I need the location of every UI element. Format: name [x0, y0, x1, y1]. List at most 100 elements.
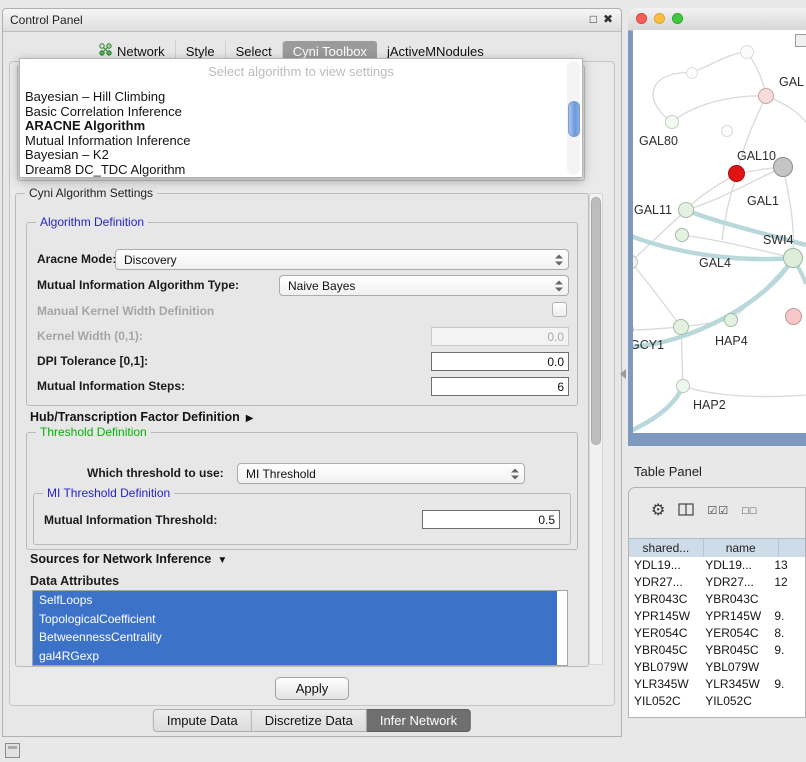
network-node[interactable] [673, 319, 689, 335]
table-cell: YER054C [629, 625, 700, 642]
network-node-label: GAL80 [639, 134, 678, 148]
zoom-window-icon[interactable] [672, 13, 683, 24]
data-attributes-label: Data Attributes [30, 574, 119, 588]
close-panel-icon[interactable]: ✖ [603, 12, 613, 26]
network-node[interactable] [721, 125, 733, 137]
table-row[interactable]: YLR345W YLR345W 9. [629, 676, 805, 693]
gear-icon[interactable]: ⚙ [651, 503, 665, 519]
table-row[interactable]: YBR045C YBR045C 9. [629, 642, 805, 659]
table-cell: 8. [771, 625, 805, 642]
table-row[interactable]: YBL079W YBL079W [629, 659, 805, 676]
table-cell [771, 659, 805, 676]
table-cell: YER054C [700, 625, 771, 642]
algorithm-option-selected[interactable]: ARACNE Algorithm [22, 119, 564, 134]
combo-arrows-icon [511, 468, 519, 479]
network-node-label: GAL4 [699, 256, 731, 270]
cyni-algorithm-settings-group: Cyni Algorithm Settings Algorithm Defini… [15, 193, 589, 667]
dropdown-list: Bayesian – Hill Climbing Basic Correlati… [22, 90, 564, 177]
algorithm-option[interactable]: Bayesian – K2 [22, 148, 564, 163]
split-collapse-icon[interactable] [620, 369, 626, 379]
column-header-name[interactable]: name [704, 539, 779, 557]
desktop: Control Panel □ ✖ Network [0, 0, 806, 762]
table-cell: YIL052C [700, 693, 771, 710]
table-row[interactable]: YER054C YER054C 8. [629, 625, 805, 642]
table-cell: 9. [771, 642, 805, 659]
aracne-mode-select[interactable]: Discovery [115, 249, 569, 270]
table-cell: YDL19... [629, 557, 700, 574]
algorithm-definition-group: Algorithm Definition Aracne Mode: Discov… [26, 222, 578, 406]
network-node-gray[interactable] [773, 157, 793, 177]
table-cell: YBR045C [629, 642, 700, 659]
network-node-label: GAL11 [634, 203, 672, 217]
which-threshold-select[interactable]: MI Threshold [237, 463, 525, 484]
network-node[interactable] [686, 67, 698, 79]
network-node-label: HAP4 [715, 334, 748, 348]
mi-type-select[interactable]: Naive Bayes [279, 275, 569, 296]
close-window-icon[interactable] [636, 13, 647, 24]
table-row[interactable]: YPR145W YPR145W 9. [629, 608, 805, 625]
tab-infer-network[interactable]: Infer Network [367, 709, 471, 732]
settings-scrollbar-thumb[interactable] [591, 197, 601, 445]
column-header-shared-name[interactable]: shared... [629, 539, 704, 557]
popup-scrollbar [567, 61, 580, 175]
tab-impute-data[interactable]: Impute Data [153, 709, 252, 732]
selected-value: MI Threshold [246, 467, 316, 481]
manual-kernel-checkbox[interactable] [552, 302, 567, 317]
kernel-width-field [431, 327, 569, 346]
dpi-tolerance-label: DPI Tolerance [0,1]: [37, 354, 148, 368]
birdseye-toggle[interactable] [795, 34, 806, 47]
table-row[interactable]: YIL052C YIL052C [629, 693, 805, 710]
table-cell: YBR043C [629, 591, 700, 608]
minimize-window-icon[interactable] [654, 13, 665, 24]
table-header: shared... name [629, 538, 805, 558]
network-canvas[interactable]: GAL80 GAL10 GAL11 GAL1 SWI4 GAL4 GCY1 HA… [633, 30, 806, 433]
network-node[interactable] [675, 228, 689, 242]
mi-threshold-group: MI Threshold Definition Mutual Informati… [33, 493, 571, 545]
algorithm-option[interactable]: Dream8 DC_TDC Algorithm [22, 163, 564, 178]
popup-scrollbar-thumb[interactable] [568, 101, 580, 137]
apply-button[interactable]: Apply [275, 677, 349, 700]
mi-threshold-field[interactable] [422, 510, 560, 529]
dropdown-placeholder: Select algorithm to view settings [20, 64, 582, 79]
combo-arrows-icon [555, 254, 563, 265]
attribute-item-selected[interactable]: SelfLoops [33, 591, 557, 610]
network-window-titlebar [628, 8, 806, 31]
table-row[interactable]: YBR043C YBR043C [629, 591, 805, 608]
mi-steps-field[interactable] [431, 377, 569, 396]
panel-title: Control Panel [10, 13, 83, 27]
network-node-pink[interactable] [785, 308, 802, 325]
network-node[interactable] [724, 313, 738, 327]
group-title: Algorithm Definition [36, 215, 148, 229]
dock-panel-icon[interactable] [5, 743, 20, 758]
network-node[interactable] [678, 202, 694, 218]
table-cell: 9. [771, 676, 805, 693]
hub-definition-expander[interactable]: Hub/Transcription Factor Definition▶ [30, 410, 253, 424]
network-node[interactable] [665, 115, 679, 129]
table-cell: YBR045C [700, 642, 771, 659]
network-node-red[interactable] [728, 165, 745, 182]
tab-discretize-data[interactable]: Discretize Data [252, 709, 367, 732]
dpi-tolerance-field[interactable] [431, 352, 569, 371]
algorithm-option[interactable]: Bayesian – Hill Climbing [22, 90, 564, 105]
algorithm-option[interactable]: Mutual Information Inference [22, 134, 564, 149]
attribute-item-selected[interactable]: gal4RGexp [33, 647, 557, 666]
table-row[interactable]: YDR27... YDR27... 12 [629, 574, 805, 591]
table-cell: YBL079W [629, 659, 700, 676]
sources-expander[interactable]: Sources for Network Inference▼ [30, 552, 227, 566]
attribute-item-selected[interactable]: TopologicalCoefficient [33, 610, 557, 629]
select-all-icon[interactable]: ☑☑ [707, 506, 729, 517]
table-row[interactable]: YDL19... YDL19... 13 [629, 557, 805, 574]
algorithm-option[interactable]: Basic Correlation Inference [22, 105, 564, 120]
float-panel-icon[interactable]: □ [590, 12, 597, 26]
column-header[interactable] [779, 539, 805, 557]
table-cell: YDR27... [629, 574, 700, 591]
attribute-item-selected[interactable]: BetweennessCentrality [33, 628, 557, 647]
network-node[interactable] [740, 45, 754, 59]
columns-icon[interactable] [678, 503, 694, 520]
network-node[interactable] [676, 379, 690, 393]
algorithm-dropdown-popup: Select algorithm to view settings Bayesi… [19, 58, 583, 178]
mi-steps-label: Mutual Information Steps: [37, 379, 185, 393]
deselect-all-icon[interactable]: □□ [742, 506, 757, 517]
network-node[interactable] [758, 88, 774, 104]
network-node[interactable] [783, 248, 803, 268]
